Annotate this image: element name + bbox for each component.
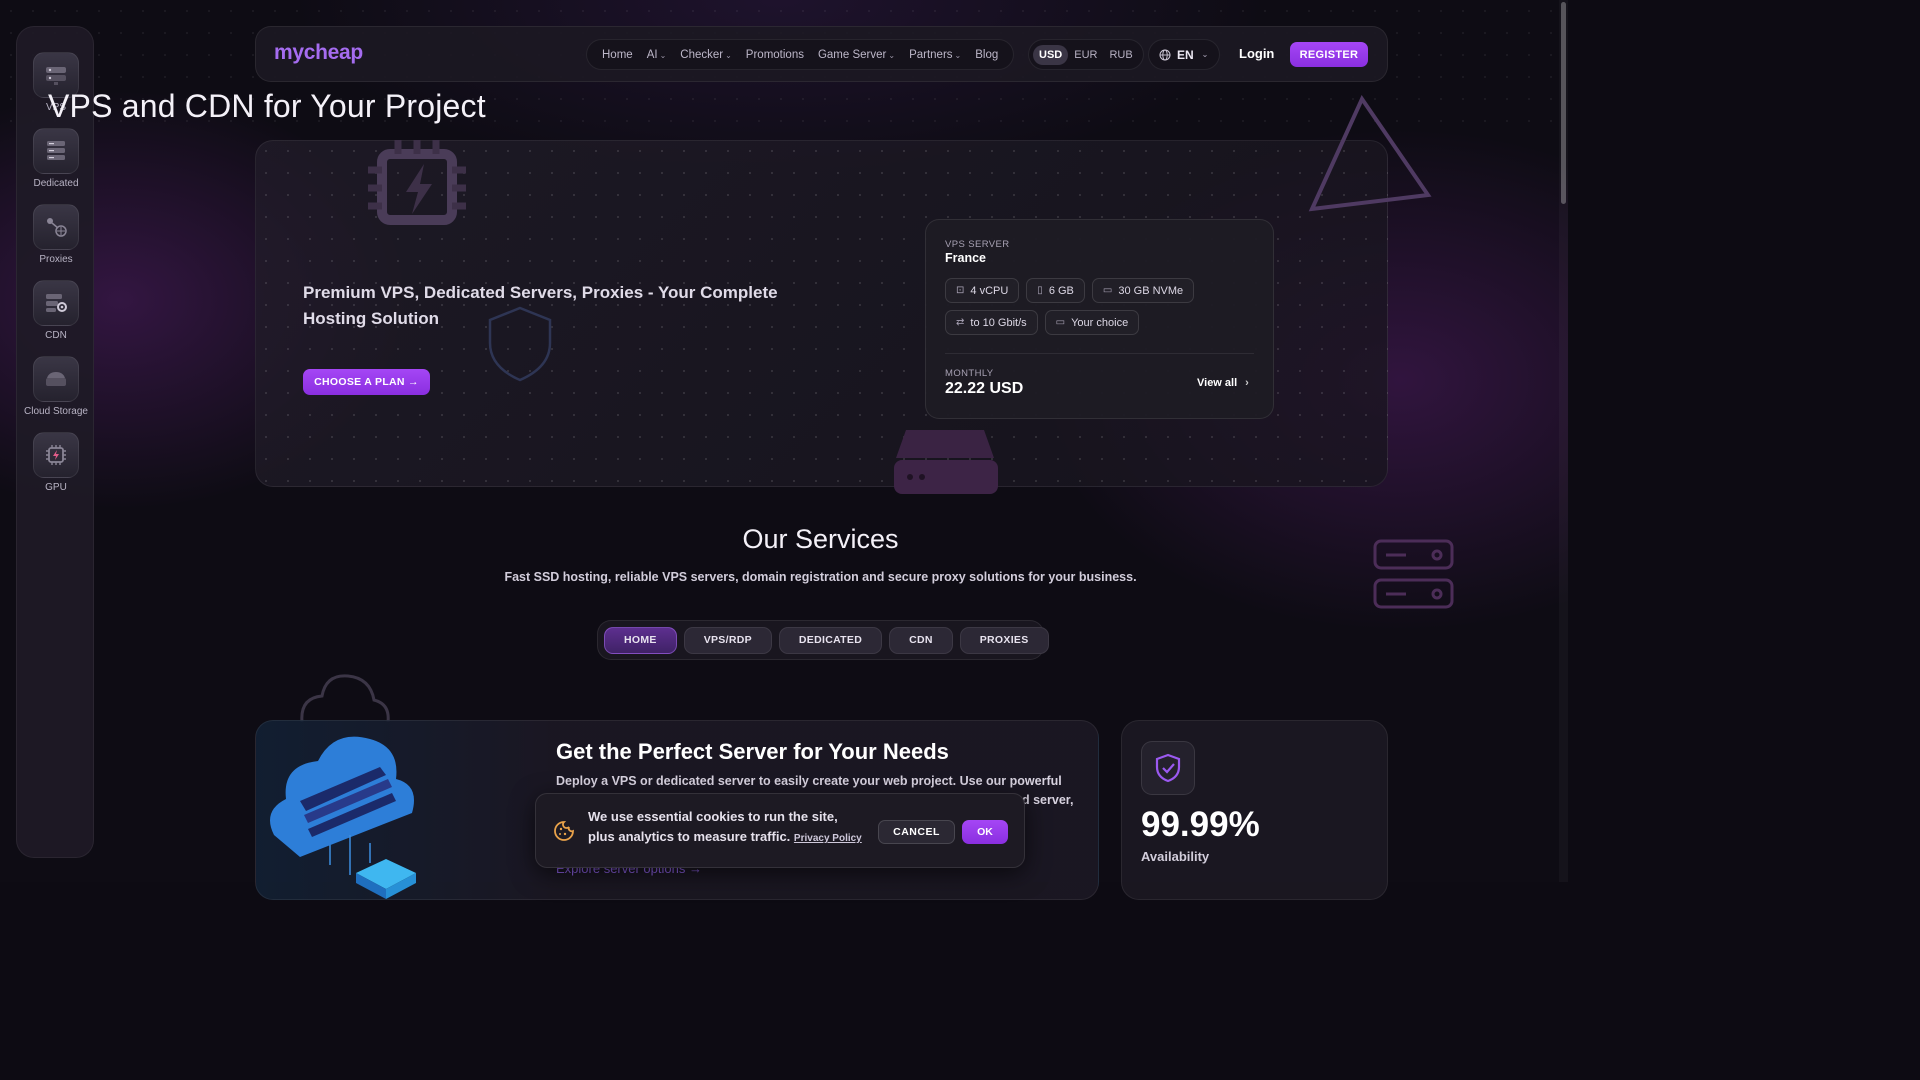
nav-item-partners[interactable]: Partners ⌄ (902, 49, 968, 61)
monitor-icon: ▭ (1055, 317, 1066, 328)
main-nav: Home AI ⌄ Checker ⌄ Promotions Game Server… (586, 39, 1015, 70)
nav-item-game-server[interactable]: Game Server ⌄ (811, 49, 902, 61)
promo-title: Get the Perfect Server for Your Needs (556, 739, 949, 764)
memory-icon: ▯ (1037, 285, 1043, 296)
spec-bandwidth: ⇄ to 10 Gbit/s (945, 310, 1038, 335)
top-navbar: mycheap Home AI ⌄ Checker ⌄ Promotions Gam… (255, 26, 1388, 82)
spec-memory: ▯ 6 GB (1026, 278, 1085, 303)
cookie-banner: We use essential cookies to run the site… (535, 793, 1025, 868)
vps-plan-card: VPS SERVER France ⊡ 4 vCPU ▯ 6 GB ▭ 30 GB N… (925, 219, 1274, 419)
tab-vps-rdp[interactable]: VPS/RDP (683, 626, 772, 654)
card-divider (945, 353, 1254, 354)
tab-dedicated[interactable]: DEDICATED (778, 626, 883, 654)
chevron-down-icon: ⌄ (725, 50, 732, 60)
cloud-storage-icon (33, 356, 79, 402)
proxy-network-icon (33, 204, 79, 250)
nav-item-promotions[interactable]: Promotions (739, 49, 811, 61)
scrollbar-thumb[interactable] (1561, 2, 1566, 204)
availability-value: 99.99% (1141, 805, 1260, 844)
nav-item-home[interactable]: Home (595, 49, 640, 61)
card-kicker: VPS SERVER (945, 239, 1010, 250)
spec-os: ▭ Your choice (1044, 310, 1140, 335)
chevron-down-icon: ⌄ (1201, 50, 1209, 59)
nav-item-ai[interactable]: AI ⌄ (640, 49, 674, 61)
server-decoration-icon (894, 430, 998, 494)
gpu-chip-icon (33, 432, 79, 478)
cdn-settings-icon (33, 280, 79, 326)
cloud-outline-icon (300, 674, 390, 722)
chevron-down-icon: ⌄ (659, 50, 667, 60)
nav-item-checker[interactable]: Checker ⌄ (673, 49, 739, 61)
servers-decoration-icon (1373, 539, 1454, 609)
availability-label: Availability (1141, 849, 1210, 864)
availability-card: 99.99% Availability (1121, 720, 1388, 900)
currency-rub[interactable]: RUB (1103, 45, 1138, 65)
shield-check-icon (1141, 741, 1195, 795)
tab-proxies[interactable]: PROXIES (959, 626, 1049, 654)
spec-cpu: ⊡ 4 vCPU (945, 278, 1020, 303)
chip-decoration-icon (368, 140, 466, 225)
login-link[interactable]: Login (1239, 46, 1274, 61)
currency-eur[interactable]: EUR (1068, 45, 1103, 65)
cookie-icon (554, 821, 574, 847)
globe-icon (1159, 49, 1171, 60)
hero-title: VPS and CDN for Your Project (48, 88, 486, 124)
cookie-cancel-button[interactable]: CANCEL (878, 820, 955, 844)
spec-chips: ⊡ 4 vCPU ▯ 6 GB ▭ 30 GB NVMe ⇄ to 10 Gbit/s … (945, 278, 1265, 335)
services-tabs: HOME VPS/RDP DEDICATED CDN PROXIES (597, 620, 1049, 660)
privacy-policy-link[interactable]: Privacy Policy (794, 833, 862, 844)
sidebar-item-gpu[interactable]: GPU (17, 432, 95, 493)
spec-disk: ▭ 30 GB NVMe (1091, 278, 1195, 303)
sidebar-item-dedicated[interactable]: Dedicated (17, 128, 95, 189)
period-label: MONTHLY (945, 368, 994, 379)
cpu-icon: ⊡ (956, 285, 965, 296)
cloud-server-illustration-icon (270, 736, 416, 899)
tab-cdn[interactable]: CDN (889, 626, 953, 654)
logo[interactable]: mycheap (274, 41, 363, 65)
choose-plan-button[interactable]: CHOOSE A PLAN → (303, 369, 430, 395)
tab-home[interactable]: HOME (604, 626, 677, 654)
price: 22.22 USD (945, 380, 1024, 397)
language-selector[interactable]: EN ⌄ (1148, 39, 1220, 70)
disk-icon: ▭ (1102, 285, 1113, 296)
register-button[interactable]: REGISTER (1290, 42, 1368, 67)
language-label: EN (1177, 47, 1194, 62)
chevron-down-icon: ⌄ (888, 50, 896, 60)
bandwidth-icon: ⇄ (956, 317, 965, 328)
hero-subtitle: Premium VPS, Dedicated Servers, Proxies … (303, 283, 778, 328)
cookie-message: We use essential cookies to run the site… (588, 809, 862, 844)
currency-usd[interactable]: USD (1033, 44, 1069, 65)
sidebar-item-cdn[interactable]: CDN (17, 280, 95, 341)
view-all-link[interactable]: View all › (1197, 377, 1249, 389)
chevron-right-icon: › (1245, 377, 1249, 389)
card-location: France (945, 251, 986, 265)
cookie-ok-button[interactable]: OK (962, 820, 1008, 844)
sidebar-item-cloud-storage[interactable]: Cloud Storage (17, 356, 95, 417)
scrollbar[interactable] (1559, 0, 1568, 882)
sidebar-item-proxies[interactable]: Proxies (17, 204, 95, 265)
sidebar: VPS Dedicated Proxies CDN Cloud Storage … (16, 26, 94, 858)
dedicated-server-icon (33, 128, 79, 174)
currency-switcher: USD EUR RUB (1028, 39, 1144, 70)
nav-item-blog[interactable]: Blog (968, 49, 1005, 61)
triangle-decoration-icon (1308, 95, 1432, 212)
chevron-down-icon: ⌄ (954, 50, 962, 60)
